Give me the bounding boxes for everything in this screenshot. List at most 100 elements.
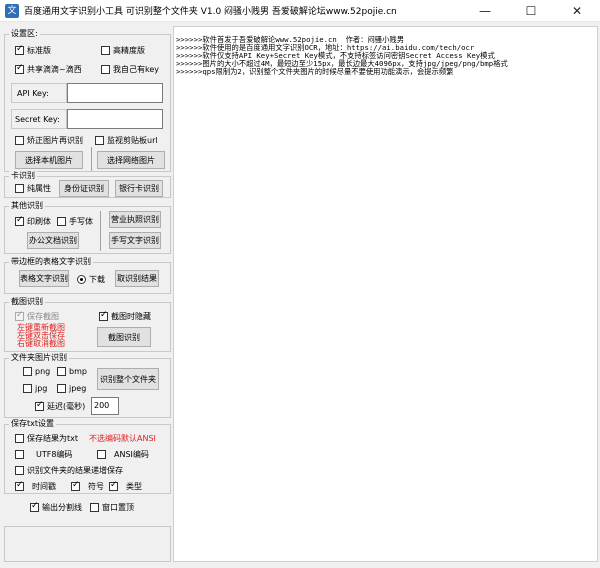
topmost-checkbox-box[interactable] bbox=[90, 503, 99, 512]
bmp-checkbox-box[interactable] bbox=[57, 367, 66, 376]
standard-checkbox-box[interactable] bbox=[15, 44, 24, 55]
maximize-button[interactable]: ☐ bbox=[508, 0, 554, 22]
save-txt-checkbox[interactable]: 保存结果为txt bbox=[15, 433, 78, 444]
minimize-button[interactable]: — bbox=[462, 0, 508, 22]
idcard-button[interactable]: 身份证识别 bbox=[59, 180, 109, 197]
left-panel: 设置区: 标准版 高精度版 共享滴滴~滴西 我自己有key API Key: S… bbox=[4, 26, 171, 562]
maximize-icon: ☐ bbox=[525, 4, 537, 18]
hint-line: 右键取消截图 bbox=[17, 339, 65, 348]
folder-result-checkbox-label: 识别文件夹的结果递增保存 bbox=[27, 466, 123, 475]
bankcard-button[interactable]: 银行卡识别 bbox=[115, 180, 163, 197]
standard-checkbox[interactable]: 标准版 bbox=[15, 44, 51, 56]
delay-checkbox-label: 延迟(毫秒) bbox=[47, 402, 86, 411]
window-title: 百度通用文字识别小工具 可识别整个文件夹 V1.0 闷骚小贱男 吾爱破解论坛ww… bbox=[24, 7, 397, 17]
office-doc-button[interactable]: 办公文档识别 bbox=[27, 232, 79, 249]
jpeg-checkbox[interactable]: jpeg bbox=[57, 384, 86, 394]
ansi-checkbox-box[interactable] bbox=[97, 450, 106, 459]
secretkey-label-box: Secret Key: bbox=[11, 109, 67, 129]
apikey-label-box: API Key: bbox=[11, 83, 67, 103]
minimize-icon: — bbox=[479, 4, 491, 18]
ansi-default-note: 不选编码默认ANSI bbox=[89, 434, 156, 443]
divider bbox=[91, 147, 92, 171]
symbol-checkbox[interactable]: 符号 bbox=[71, 480, 104, 492]
output-textarea[interactable]: >>>>>>软件首发于吾爱破解论www.52pojie.cn 作者：闷骚小贱男 >… bbox=[173, 26, 598, 562]
folder-result-checkbox-box[interactable] bbox=[15, 466, 24, 475]
print-checkbox-box[interactable] bbox=[15, 215, 24, 226]
delay-checkbox[interactable]: 延迟(毫秒) bbox=[35, 400, 86, 412]
hd-checkbox-box[interactable] bbox=[101, 46, 110, 55]
utf8-checkbox[interactable]: UTF8编码 bbox=[15, 449, 72, 460]
table-ocr-button[interactable]: 表格文字识别 bbox=[19, 270, 69, 287]
card-group: 卡识别 纯属性 身份证识别 银行卡识别 bbox=[4, 171, 171, 198]
clipboard-checkbox-label: 监视剪贴板url bbox=[107, 136, 158, 145]
secretkey-label: Secret Key: bbox=[15, 115, 60, 124]
divider bbox=[100, 211, 101, 251]
hand-checkbox[interactable]: 手写体 bbox=[57, 216, 93, 227]
folder-ocr-button[interactable]: 识别整个文件夹 bbox=[97, 368, 159, 390]
screenshot-group: 截图识别 保存截图 截图时隐藏 左键重新截图 左键双击保存 右键取消截图 截图识… bbox=[4, 297, 171, 352]
correct-checkbox-box[interactable] bbox=[15, 136, 24, 145]
close-button[interactable]: ✕ bbox=[554, 0, 600, 22]
clipboard-checkbox-box[interactable] bbox=[95, 136, 104, 145]
clipboard-checkbox[interactable]: 监视剪贴板url bbox=[95, 135, 158, 146]
hide-on-shot-checkbox[interactable]: 截图时隐藏 bbox=[99, 310, 151, 322]
screenshot-ocr-button[interactable]: 截图识别 bbox=[97, 327, 151, 347]
ownkey-checkbox-box[interactable] bbox=[101, 65, 110, 74]
save-txt-checkbox-box[interactable] bbox=[15, 434, 24, 443]
hand-checkbox-box[interactable] bbox=[57, 217, 66, 226]
type-checkbox-box[interactable] bbox=[109, 480, 118, 491]
settings-group: 设置区: 标准版 高精度版 共享滴滴~滴西 我自己有key API Key: S… bbox=[4, 29, 171, 172]
hide-on-shot-checkbox-box[interactable] bbox=[99, 310, 108, 321]
jpg-checkbox[interactable]: jpg bbox=[23, 384, 47, 394]
pure-checkbox-label: 纯属性 bbox=[27, 184, 51, 193]
correct-checkbox[interactable]: 矫正图片再识别 bbox=[15, 135, 83, 146]
timestamp-checkbox-box[interactable] bbox=[15, 480, 24, 491]
select-web-image-button[interactable]: 选择网络图片 bbox=[97, 151, 165, 169]
apikey-input[interactable] bbox=[67, 83, 163, 103]
pure-checkbox-box[interactable] bbox=[15, 184, 24, 193]
download-radio-dot[interactable] bbox=[77, 275, 86, 284]
topmost-checkbox-label: 窗口置顶 bbox=[102, 503, 134, 512]
window-bottom-edge bbox=[0, 562, 600, 568]
type-checkbox[interactable]: 类型 bbox=[109, 480, 142, 492]
folder-group: 文件夹图片识别 png bmp jpg jpeg 识别整个文件夹 延迟(毫秒) … bbox=[4, 353, 171, 418]
utf8-checkbox-box[interactable] bbox=[15, 450, 24, 459]
ownkey-checkbox-label: 我自己有key bbox=[113, 65, 160, 74]
hd-checkbox[interactable]: 高精度版 bbox=[101, 45, 145, 56]
download-radio-label: 下载 bbox=[89, 275, 105, 284]
png-checkbox-box[interactable] bbox=[23, 367, 32, 376]
save-screenshot-checkbox[interactable]: 保存截图 bbox=[15, 310, 59, 322]
jpg-checkbox-box[interactable] bbox=[23, 384, 32, 393]
hd-checkbox-label: 高精度版 bbox=[113, 46, 145, 55]
jpg-checkbox-label: jpg bbox=[35, 384, 48, 393]
select-local-image-button[interactable]: 选择本机图片 bbox=[15, 151, 83, 169]
utf8-checkbox-label: UTF8编码 bbox=[36, 450, 73, 459]
divider-line-checkbox[interactable]: 输出分割线 bbox=[30, 501, 82, 513]
handwrite-button[interactable]: 手写文字识别 bbox=[109, 232, 161, 249]
divider-line-checkbox-box[interactable] bbox=[30, 501, 39, 512]
png-checkbox[interactable]: png bbox=[23, 367, 50, 377]
folder-result-checkbox[interactable]: 识别文件夹的结果递增保存 bbox=[15, 465, 123, 476]
pure-checkbox[interactable]: 纯属性 bbox=[15, 183, 51, 194]
shared-checkbox-box[interactable] bbox=[15, 63, 24, 74]
table-group-title: 带边框的表格文字识别 bbox=[9, 257, 93, 267]
shared-checkbox[interactable]: 共享滴滴~滴西 bbox=[15, 63, 82, 75]
timestamp-checkbox[interactable]: 时间戳 bbox=[15, 480, 56, 492]
symbol-checkbox-label: 符号 bbox=[88, 482, 104, 491]
secretkey-input[interactable] bbox=[67, 109, 163, 129]
ownkey-checkbox[interactable]: 我自己有key bbox=[101, 64, 159, 75]
topmost-checkbox[interactable]: 窗口置顶 bbox=[90, 502, 134, 513]
save-screenshot-checkbox-box[interactable] bbox=[15, 310, 24, 321]
print-checkbox-label: 印刷体 bbox=[27, 217, 51, 226]
delay-input[interactable]: 200 bbox=[91, 397, 119, 415]
download-radio[interactable]: 下载 bbox=[77, 274, 105, 285]
print-checkbox[interactable]: 印刷体 bbox=[15, 215, 51, 227]
symbol-checkbox-box[interactable] bbox=[71, 480, 80, 491]
jpeg-checkbox-box[interactable] bbox=[57, 384, 66, 393]
license-button[interactable]: 营业执照识别 bbox=[109, 211, 161, 228]
app-icon: 文 bbox=[5, 3, 19, 18]
delay-checkbox-box[interactable] bbox=[35, 400, 44, 411]
bmp-checkbox[interactable]: bmp bbox=[57, 367, 87, 377]
ansi-checkbox[interactable]: ANSI编码 bbox=[97, 449, 149, 460]
get-result-button[interactable]: 取识别结果 bbox=[115, 270, 159, 287]
